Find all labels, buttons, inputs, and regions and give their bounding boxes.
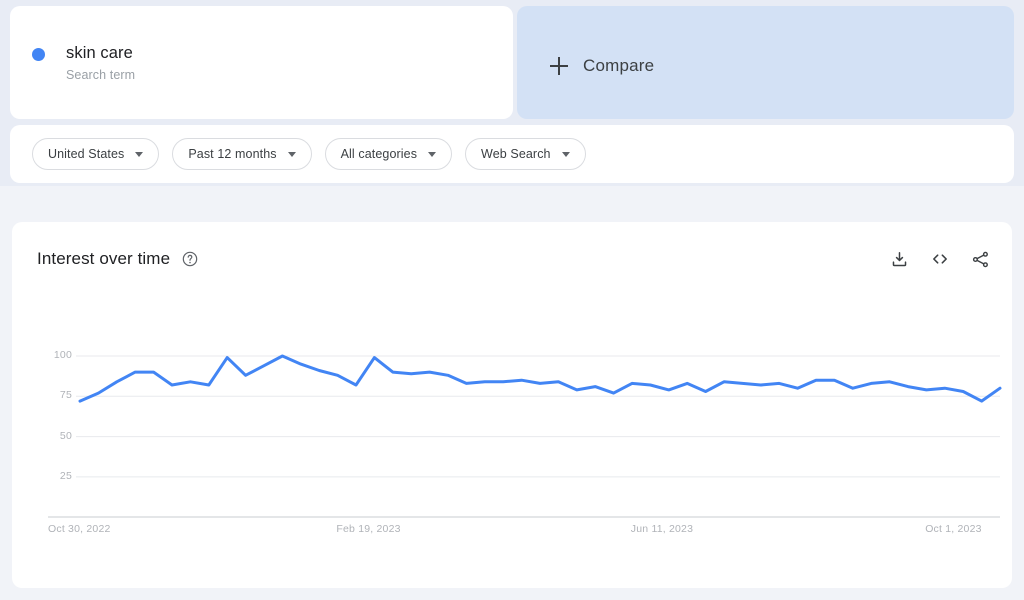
y-axis-tick-label: 50 [59, 429, 72, 442]
chevron-down-icon [135, 151, 144, 157]
y-axis-tick-label: 25 [59, 469, 72, 482]
y-axis-tick-label: 100 [53, 349, 72, 361]
interest-line-chart [48, 354, 1002, 518]
filter-bar: United States Past 12 months All categor… [10, 125, 1014, 183]
filter-time-range-label: Past 12 months [188, 147, 277, 161]
x-axis-tick-label: Feb 19, 2023 [336, 523, 401, 535]
search-term-label: skin care [66, 44, 133, 62]
chart-header: Interest over time [37, 249, 198, 269]
filter-time-range[interactable]: Past 12 months [172, 138, 312, 170]
interest-over-time-card: Interest over time 25 50 75 100 Oct 30, … [12, 222, 1012, 588]
filter-category[interactable]: All categories [324, 138, 453, 170]
filter-search-type-label: Web Search [481, 147, 551, 161]
search-term-card[interactable]: skin care Search term [10, 6, 513, 119]
chevron-down-icon [428, 151, 437, 157]
series-dot-icon [32, 48, 45, 61]
search-term-subtitle: Search term [66, 68, 136, 82]
help-circle-icon[interactable] [182, 251, 198, 267]
search-term-text: skin care Search term [66, 42, 135, 85]
chart-title: Interest over time [37, 249, 171, 268]
filter-location-label: United States [48, 147, 125, 161]
compare-label: Compare [583, 56, 655, 75]
search-term-content: skin care Search term [32, 42, 135, 85]
filter-location[interactable]: United States [32, 138, 160, 170]
filter-category-label: All categories [340, 147, 418, 161]
chart-actions [890, 249, 990, 269]
x-axis-tick-label: Oct 30, 2022 [48, 523, 111, 535]
x-axis-tick-label: Oct 1, 2023 [925, 523, 982, 535]
chevron-down-icon [561, 151, 570, 157]
y-axis-tick-label: 75 [59, 389, 72, 402]
chart-plot-area: 25 50 75 100 Oct 30, 2022 Feb 19, 2023 Jun 11… [12, 222, 1012, 588]
series-line-skin-care [78, 354, 1002, 403]
compare-card[interactable]: Compare [517, 6, 1014, 119]
compare-content: Compare [550, 56, 654, 76]
query-row: skin care Search term Compare [10, 6, 1014, 119]
x-axis-tick-label: Jun 11, 2023 [630, 523, 694, 535]
google-trends-page: skin care Search term Compare United Sta… [0, 0, 1024, 600]
download-icon[interactable] [890, 250, 909, 269]
embed-code-icon[interactable] [930, 249, 950, 269]
plus-icon [550, 57, 568, 75]
filter-search-type[interactable]: Web Search [465, 138, 586, 170]
chevron-down-icon [287, 151, 296, 157]
share-icon[interactable] [971, 250, 990, 269]
